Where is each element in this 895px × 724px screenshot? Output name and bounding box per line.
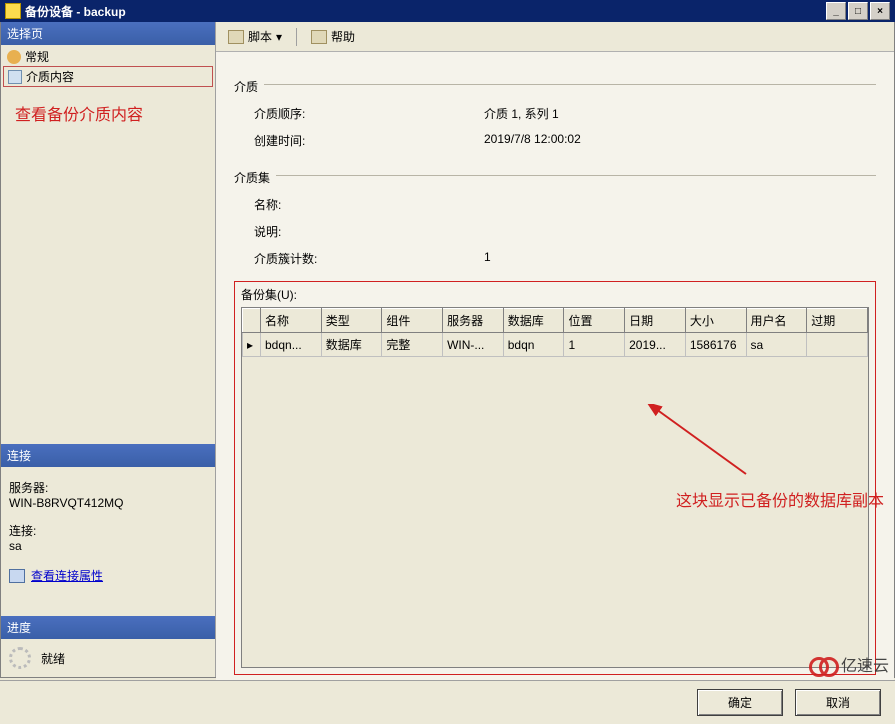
cell-size: 1586176 bbox=[685, 333, 746, 357]
connection-section: 服务器: WIN-B8RVQT412MQ 连接: sa 查看连接属性 bbox=[1, 467, 215, 590]
sidebar-item-label: 常规 bbox=[25, 48, 49, 65]
mediaset-desc-value bbox=[484, 223, 876, 240]
progress-status: 就绪 bbox=[41, 650, 65, 667]
backupset-label: 备份集(U): bbox=[241, 286, 869, 303]
annotation-view-media: 查看备份介质内容 bbox=[1, 89, 215, 137]
conn-value: sa bbox=[9, 539, 207, 553]
cell-type: 数据库 bbox=[321, 333, 382, 357]
table-row[interactable]: ▸ bdqn... 数据库 完整 WIN-... bdqn 1 2019... … bbox=[243, 333, 868, 357]
col-date[interactable]: 日期 bbox=[625, 309, 686, 333]
page-tree: 常规 介质内容 bbox=[1, 45, 215, 89]
cell-position: 1 bbox=[564, 333, 625, 357]
col-database[interactable]: 数据库 bbox=[503, 309, 564, 333]
conn-label: 连接: bbox=[9, 522, 207, 539]
help-button[interactable]: 帮助 bbox=[305, 26, 361, 47]
col-component[interactable]: 组件 bbox=[382, 309, 443, 333]
properties-icon bbox=[9, 569, 25, 583]
window-title: 备份设备 - backup bbox=[25, 3, 826, 20]
content-area: 选择页 常规 介质内容 查看备份介质内容 连接 服务器: WIN-B8RVQT4… bbox=[0, 22, 895, 678]
mediaset-family-label: 介质簇计数: bbox=[254, 250, 484, 267]
ok-button[interactable]: 确定 bbox=[697, 689, 783, 716]
cancel-button[interactable]: 取消 bbox=[795, 689, 881, 716]
script-label: 脚本 bbox=[248, 28, 272, 45]
row-selector[interactable]: ▸ bbox=[243, 333, 261, 357]
chevron-down-icon: ▾ bbox=[276, 30, 282, 44]
minimize-button[interactable]: _ bbox=[826, 2, 846, 20]
mediaset-section-label: 介质集 bbox=[234, 169, 270, 186]
col-user[interactable]: 用户名 bbox=[746, 309, 807, 333]
progress-row: 就绪 bbox=[1, 639, 215, 677]
spinner-icon bbox=[9, 647, 31, 669]
watermark-icon bbox=[809, 655, 837, 673]
toolbar-separator bbox=[296, 28, 297, 46]
cell-server: WIN-... bbox=[443, 333, 504, 357]
grid-empty-area bbox=[242, 357, 868, 667]
sidebar-item-media-content[interactable]: 介质内容 bbox=[3, 66, 213, 87]
annotation-backup-copy: 这块显示已备份的数据库副本 bbox=[676, 487, 884, 511]
media-section-label: 介质 bbox=[234, 78, 258, 95]
select-page-header: 选择页 bbox=[1, 22, 215, 45]
view-connection-properties-link[interactable]: 查看连接属性 bbox=[9, 567, 207, 584]
sidebar-item-label: 介质内容 bbox=[26, 68, 74, 85]
cell-user: sa bbox=[746, 333, 807, 357]
cell-name: bdqn... bbox=[261, 333, 322, 357]
toolbar: 脚本 ▾ 帮助 bbox=[216, 22, 894, 52]
mediaset-family-value: 1 bbox=[484, 250, 876, 267]
gear-icon bbox=[7, 50, 21, 64]
app-icon bbox=[5, 3, 21, 19]
close-button[interactable]: × bbox=[870, 2, 890, 20]
dialog-button-bar: 确定 取消 bbox=[0, 680, 895, 724]
server-label: 服务器: bbox=[9, 479, 207, 496]
media-order-label: 介质顺序: bbox=[254, 105, 484, 122]
cell-expire bbox=[807, 333, 868, 357]
col-server[interactable]: 服务器 bbox=[443, 309, 504, 333]
help-icon bbox=[311, 30, 327, 44]
connection-header: 连接 bbox=[1, 444, 215, 467]
sidebar-item-general[interactable]: 常规 bbox=[3, 47, 213, 66]
main-content: 介质 介质顺序: 介质 1, 系列 1 创建时间: 2019/7/8 12:00… bbox=[216, 52, 894, 685]
mediaset-name-label: 名称: bbox=[254, 196, 484, 213]
document-icon bbox=[8, 70, 22, 84]
cell-component: 完整 bbox=[382, 333, 443, 357]
col-position[interactable]: 位置 bbox=[564, 309, 625, 333]
help-label: 帮助 bbox=[331, 28, 355, 45]
watermark: 亿速云 bbox=[809, 652, 889, 676]
media-created-label: 创建时间: bbox=[254, 132, 484, 149]
media-created-value: 2019/7/8 12:00:02 bbox=[484, 132, 876, 149]
script-button[interactable]: 脚本 ▾ bbox=[222, 26, 288, 47]
right-panel: 脚本 ▾ 帮助 介质 介质顺序: 介质 1, 系列 1 创建时间: bbox=[216, 22, 894, 677]
corner-cell bbox=[243, 309, 261, 333]
script-icon bbox=[228, 30, 244, 44]
link-text: 查看连接属性 bbox=[31, 567, 103, 584]
server-value: WIN-B8RVQT412MQ bbox=[9, 496, 207, 510]
mediaset-name-value bbox=[484, 196, 876, 213]
col-name[interactable]: 名称 bbox=[261, 309, 322, 333]
grid-header-row: 名称 类型 组件 服务器 数据库 位置 日期 大小 用户名 过期 bbox=[243, 309, 868, 333]
col-type[interactable]: 类型 bbox=[321, 309, 382, 333]
mediaset-desc-label: 说明: bbox=[254, 223, 484, 240]
backupset-box: 备份集(U): 名称 类型 组件 服务器 数据库 位置 bbox=[234, 281, 876, 675]
progress-header: 进度 bbox=[1, 616, 215, 639]
cell-date: 2019... bbox=[625, 333, 686, 357]
col-size[interactable]: 大小 bbox=[685, 309, 746, 333]
title-bar: 备份设备 - backup _ □ × bbox=[0, 0, 895, 22]
media-order-value: 介质 1, 系列 1 bbox=[484, 105, 876, 122]
cell-database: bdqn bbox=[503, 333, 564, 357]
watermark-text: 亿速云 bbox=[841, 652, 889, 676]
col-expire[interactable]: 过期 bbox=[807, 309, 868, 333]
left-panel: 选择页 常规 介质内容 查看备份介质内容 连接 服务器: WIN-B8RVQT4… bbox=[1, 22, 216, 677]
window-buttons: _ □ × bbox=[826, 2, 890, 20]
maximize-button[interactable]: □ bbox=[848, 2, 868, 20]
